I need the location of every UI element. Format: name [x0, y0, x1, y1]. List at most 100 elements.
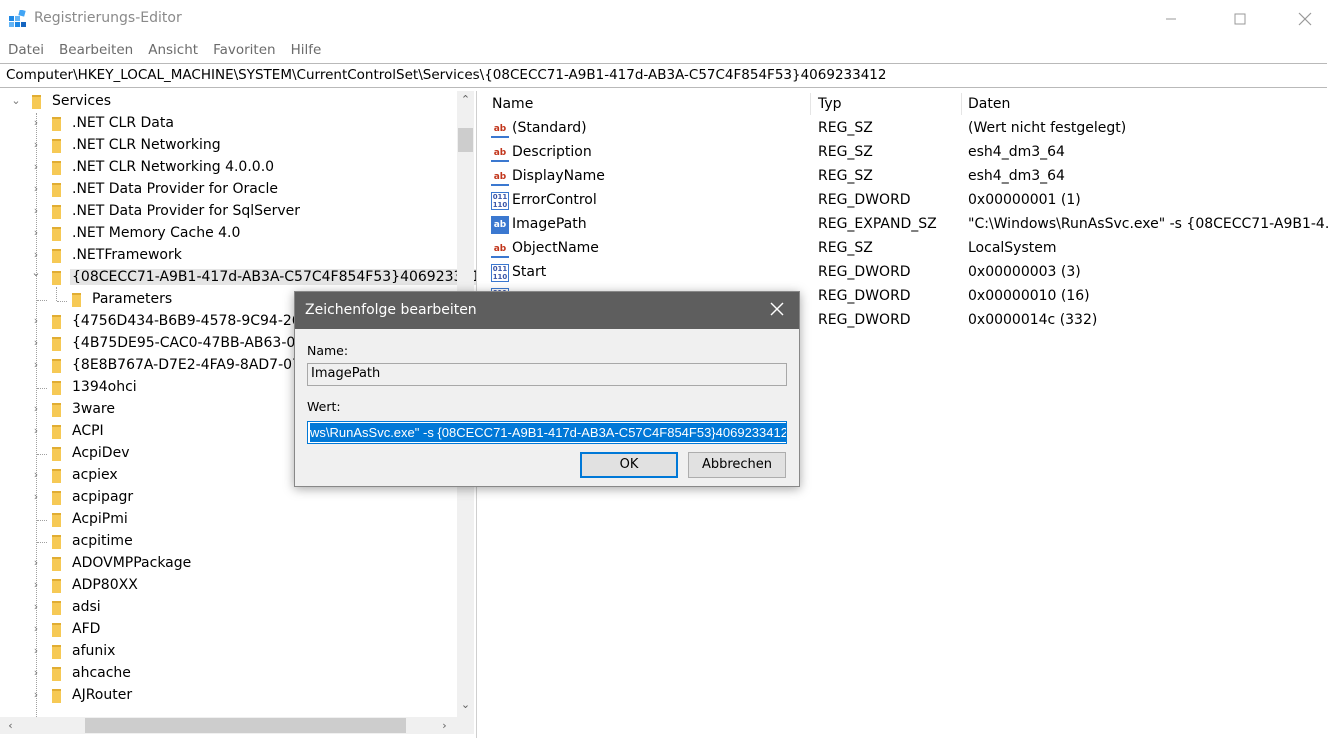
close-icon [1298, 12, 1312, 26]
tree-item-label: adsi [72, 599, 101, 615]
chevron-right-icon[interactable]: › [31, 579, 41, 591]
tree-item-label: acpitime [72, 533, 133, 549]
tree-item-label: .NET Data Provider for Oracle [72, 181, 278, 197]
menu-datei[interactable]: Datei [0, 38, 51, 62]
tree-item-label: AJRouter [72, 687, 133, 703]
menu-favoriten[interactable]: Favoriten [205, 38, 283, 62]
chevron-right-icon[interactable]: › [31, 557, 41, 569]
chevron-right-icon[interactable]: › [31, 645, 41, 657]
folder-icon [52, 667, 61, 681]
folder-icon [52, 227, 61, 241]
tree-item-label: 1394ohci [72, 379, 137, 395]
value-label: Wert: [307, 399, 341, 414]
value-data: 0x00000010 (16) [968, 288, 1090, 304]
tree-item-label: .NETFramework [72, 247, 182, 263]
chevron-right-icon[interactable]: › [31, 425, 41, 437]
value-name: Start [512, 264, 547, 280]
close-button[interactable] [1282, 0, 1328, 38]
tree-horizontal-scrollbar[interactable]: ‹ › [0, 717, 457, 734]
column-divider[interactable] [961, 93, 962, 115]
tree-item-label: 3ware [72, 401, 115, 417]
value-type: REG_SZ [818, 168, 873, 184]
value-name: (Standard) [512, 120, 587, 136]
chevron-right-icon[interactable]: › [31, 689, 41, 701]
dialog-close-button[interactable] [765, 299, 789, 323]
chevron-right-icon[interactable]: › [31, 249, 41, 261]
cancel-button[interactable]: Abbrechen [688, 452, 786, 478]
chevron-right-icon[interactable]: › [31, 623, 41, 635]
column-header-name[interactable]: Name [492, 91, 533, 117]
minimize-button[interactable] [1148, 0, 1194, 38]
tree-item-label: .NET CLR Networking [72, 137, 221, 153]
address-path: Computer\HKEY_LOCAL_MACHINE\SYSTEM\Curre… [6, 67, 887, 83]
folder-icon [52, 425, 61, 439]
chevron-right-icon[interactable]: › [31, 117, 41, 129]
chevron-right-icon[interactable]: › [31, 227, 41, 239]
chevron-right-icon[interactable]: › [31, 315, 41, 327]
scroll-left-icon[interactable]: ‹ [2, 717, 19, 734]
scroll-right-icon[interactable]: › [436, 717, 453, 734]
value-data: 0x00000001 (1) [968, 192, 1081, 208]
folder-icon [52, 623, 61, 637]
menu-bearbeiten[interactable]: Bearbeiten [51, 38, 140, 62]
menu-ansicht[interactable]: Ansicht [140, 38, 205, 62]
value-data: (Wert nicht festgelegt) [968, 120, 1127, 136]
ok-button[interactable]: OK [580, 452, 678, 478]
value-name: ObjectName [512, 240, 599, 256]
chevron-right-icon[interactable]: › [31, 337, 41, 349]
value-row[interactable]: 011 110 Start REG_DWORD 0x00000003 (3) [483, 261, 1328, 285]
dialog-title: Zeichenfolge bearbeiten [305, 302, 477, 318]
value-data: 0x0000014c (332) [968, 312, 1098, 328]
string-value-icon: ab [491, 120, 509, 138]
string-value-icon: ab [491, 216, 509, 234]
chevron-right-icon[interactable]: › [31, 359, 41, 371]
tree-item-label: {4756D434-B6B9-4578-9C94-269D [72, 313, 321, 329]
scroll-thumb[interactable] [85, 718, 406, 733]
value-row[interactable]: ab DisplayName REG_SZ esh4_dm3_64 [483, 165, 1328, 189]
tree-item-label: {8E8B767A-D7E2-4FA9-8AD7-07D [72, 357, 312, 373]
folder-icon [52, 205, 61, 219]
chevron-right-icon[interactable]: › [31, 403, 41, 415]
value-row[interactable]: ab Description REG_SZ esh4_dm3_64 [483, 141, 1328, 165]
column-header-data[interactable]: Daten [968, 91, 1010, 117]
window-title: Registrierungs-Editor [34, 10, 182, 26]
tree-guide-line [57, 301, 67, 302]
value-type: REG_EXPAND_SZ [818, 216, 937, 232]
folder-icon [52, 513, 61, 527]
chevron-right-icon[interactable]: › [31, 183, 41, 195]
chevron-right-icon[interactable]: › [31, 491, 41, 503]
string-value-icon: ab [491, 144, 509, 162]
chevron-right-icon[interactable]: › [31, 139, 41, 151]
chevron-down-icon[interactable]: ⌄ [11, 95, 21, 107]
maximize-button[interactable] [1217, 0, 1263, 38]
scroll-down-icon[interactable]: ⌄ [457, 696, 474, 713]
menu-hilfe[interactable]: Hilfe [283, 38, 329, 62]
chevron-right-icon[interactable]: › [31, 667, 41, 679]
value-row[interactable]: 011 110 ErrorControl REG_DWORD 0x00000001 (… [483, 189, 1328, 213]
tree-item-label: Parameters [92, 291, 173, 307]
column-header-type[interactable]: Typ [818, 91, 842, 117]
chevron-right-icon[interactable]: › [31, 601, 41, 613]
scroll-up-icon[interactable]: ⌃ [457, 91, 474, 108]
value-row[interactable]: ab ImagePath REG_EXPAND_SZ "C:\Windows\RunA… [483, 213, 1328, 237]
column-divider[interactable] [810, 93, 811, 115]
folder-icon [32, 95, 41, 109]
scroll-thumb[interactable] [458, 128, 473, 152]
tree-item-label: Services [52, 93, 112, 109]
value-row[interactable]: ab (Standard) REG_SZ (Wert nicht festgelegt… [483, 117, 1328, 141]
value-field-text[interactable]: ws\RunAsSvc.exe" -s {08CECC71-A9B1-417d-… [310, 423, 786, 442]
folder-icon [52, 117, 61, 131]
value-row[interactable]: ab ObjectName REG_SZ LocalSystem [483, 237, 1328, 261]
address-bar[interactable]: Computer\HKEY_LOCAL_MACHINE\SYSTEM\Curre… [0, 63, 1327, 88]
folder-icon [52, 139, 61, 153]
tree-item-label: ADOVMPPackage [72, 555, 192, 571]
dialog-title-bar: Zeichenfolge bearbeiten [295, 292, 799, 329]
maximize-icon [1234, 13, 1246, 25]
folder-icon [52, 601, 61, 615]
folder-icon [52, 557, 61, 571]
chevron-down-icon[interactable]: ⌄ [31, 267, 41, 279]
chevron-right-icon[interactable]: › [31, 161, 41, 173]
chevron-right-icon[interactable]: › [31, 205, 41, 217]
chevron-right-icon[interactable]: › [31, 469, 41, 481]
value-field[interactable]: ws\RunAsSvc.exe" -s {08CECC71-A9B1-417d-… [307, 421, 787, 444]
